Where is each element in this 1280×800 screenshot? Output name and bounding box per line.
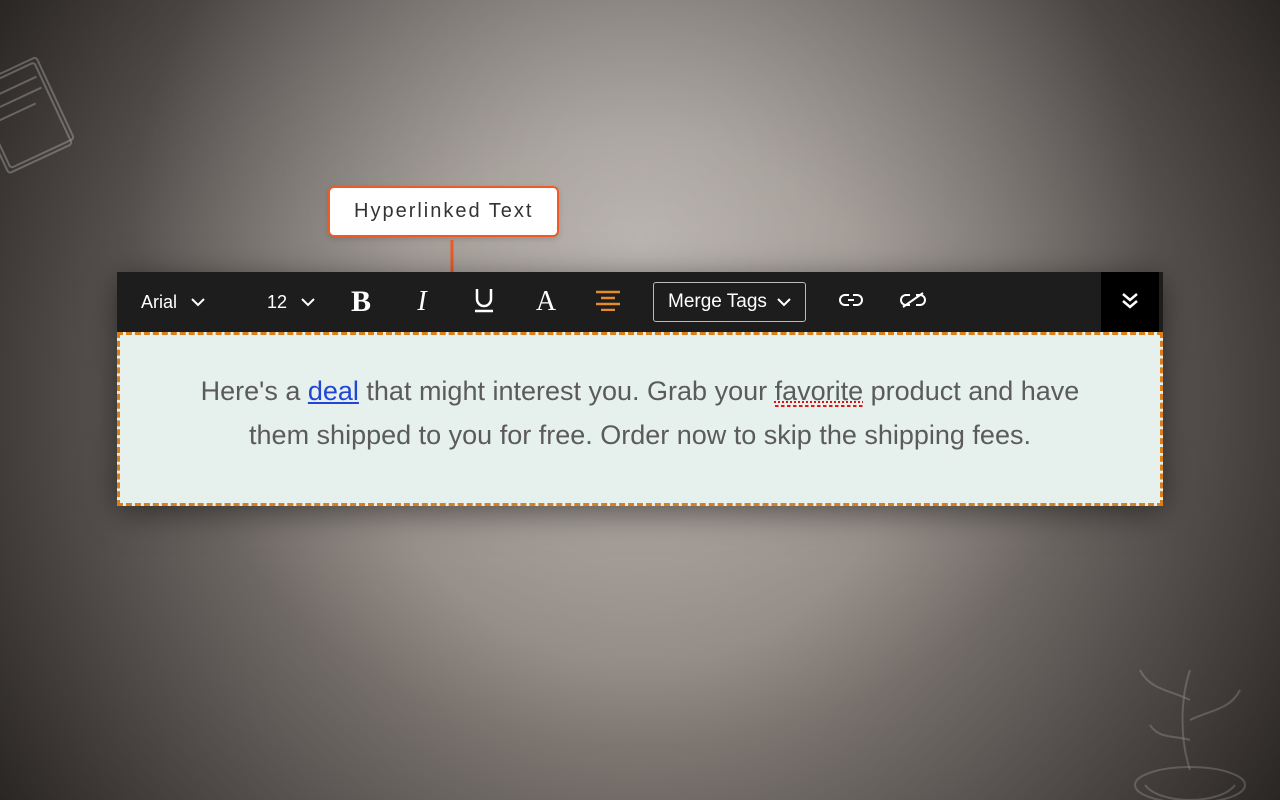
merge-tags-button[interactable]: Merge Tags: [653, 282, 806, 322]
align-center-icon: [595, 289, 621, 316]
font-color-icon: A: [536, 286, 556, 318]
editor-toolbar: Arial 12 B I: [117, 272, 1163, 332]
text-color-button[interactable]: A: [515, 272, 577, 332]
merge-tags-label: Merge Tags: [668, 291, 767, 313]
more-options-button[interactable]: [1101, 272, 1159, 332]
content-text-1: Here's a: [201, 376, 308, 406]
editor-content-area[interactable]: Here's a deal that might interest you. G…: [117, 332, 1163, 506]
unlink-icon: [899, 291, 927, 314]
annotation-callout: Hyperlinked Text: [328, 186, 559, 237]
hyperlinked-text[interactable]: deal: [308, 376, 359, 406]
align-center-button[interactable]: [577, 272, 639, 332]
italic-button[interactable]: I: [391, 272, 453, 332]
font-family-value: Arial: [141, 292, 177, 313]
underline-button[interactable]: [453, 272, 515, 332]
chevron-down-icon: [301, 297, 315, 307]
italic-label: I: [417, 286, 426, 318]
chevron-down-icon: [191, 297, 205, 307]
bold-button[interactable]: B: [331, 272, 391, 332]
font-family-select[interactable]: Arial: [121, 272, 251, 332]
link-icon: [838, 292, 864, 313]
remove-link-button[interactable]: [882, 272, 944, 332]
annotation-label: Hyperlinked Text: [354, 200, 533, 222]
insert-link-button[interactable]: [820, 272, 882, 332]
bold-label: B: [351, 285, 371, 319]
font-size-value: 12: [267, 292, 287, 313]
text-editor-panel: Arial 12 B I: [117, 272, 1163, 506]
decorative-plant-sketch: [1090, 610, 1280, 800]
underline-icon: [473, 287, 495, 318]
font-size-select[interactable]: 12: [251, 272, 331, 332]
content-text-2: that might interest you. Grab your: [359, 376, 775, 406]
double-chevron-down-icon: [1121, 291, 1139, 314]
spellcheck-word: favorite: [775, 376, 864, 407]
decorative-book-sketch: [0, 39, 101, 190]
stage: Hyperlinked Text Arial 12 B: [0, 0, 1280, 800]
chevron-down-icon: [777, 297, 791, 307]
